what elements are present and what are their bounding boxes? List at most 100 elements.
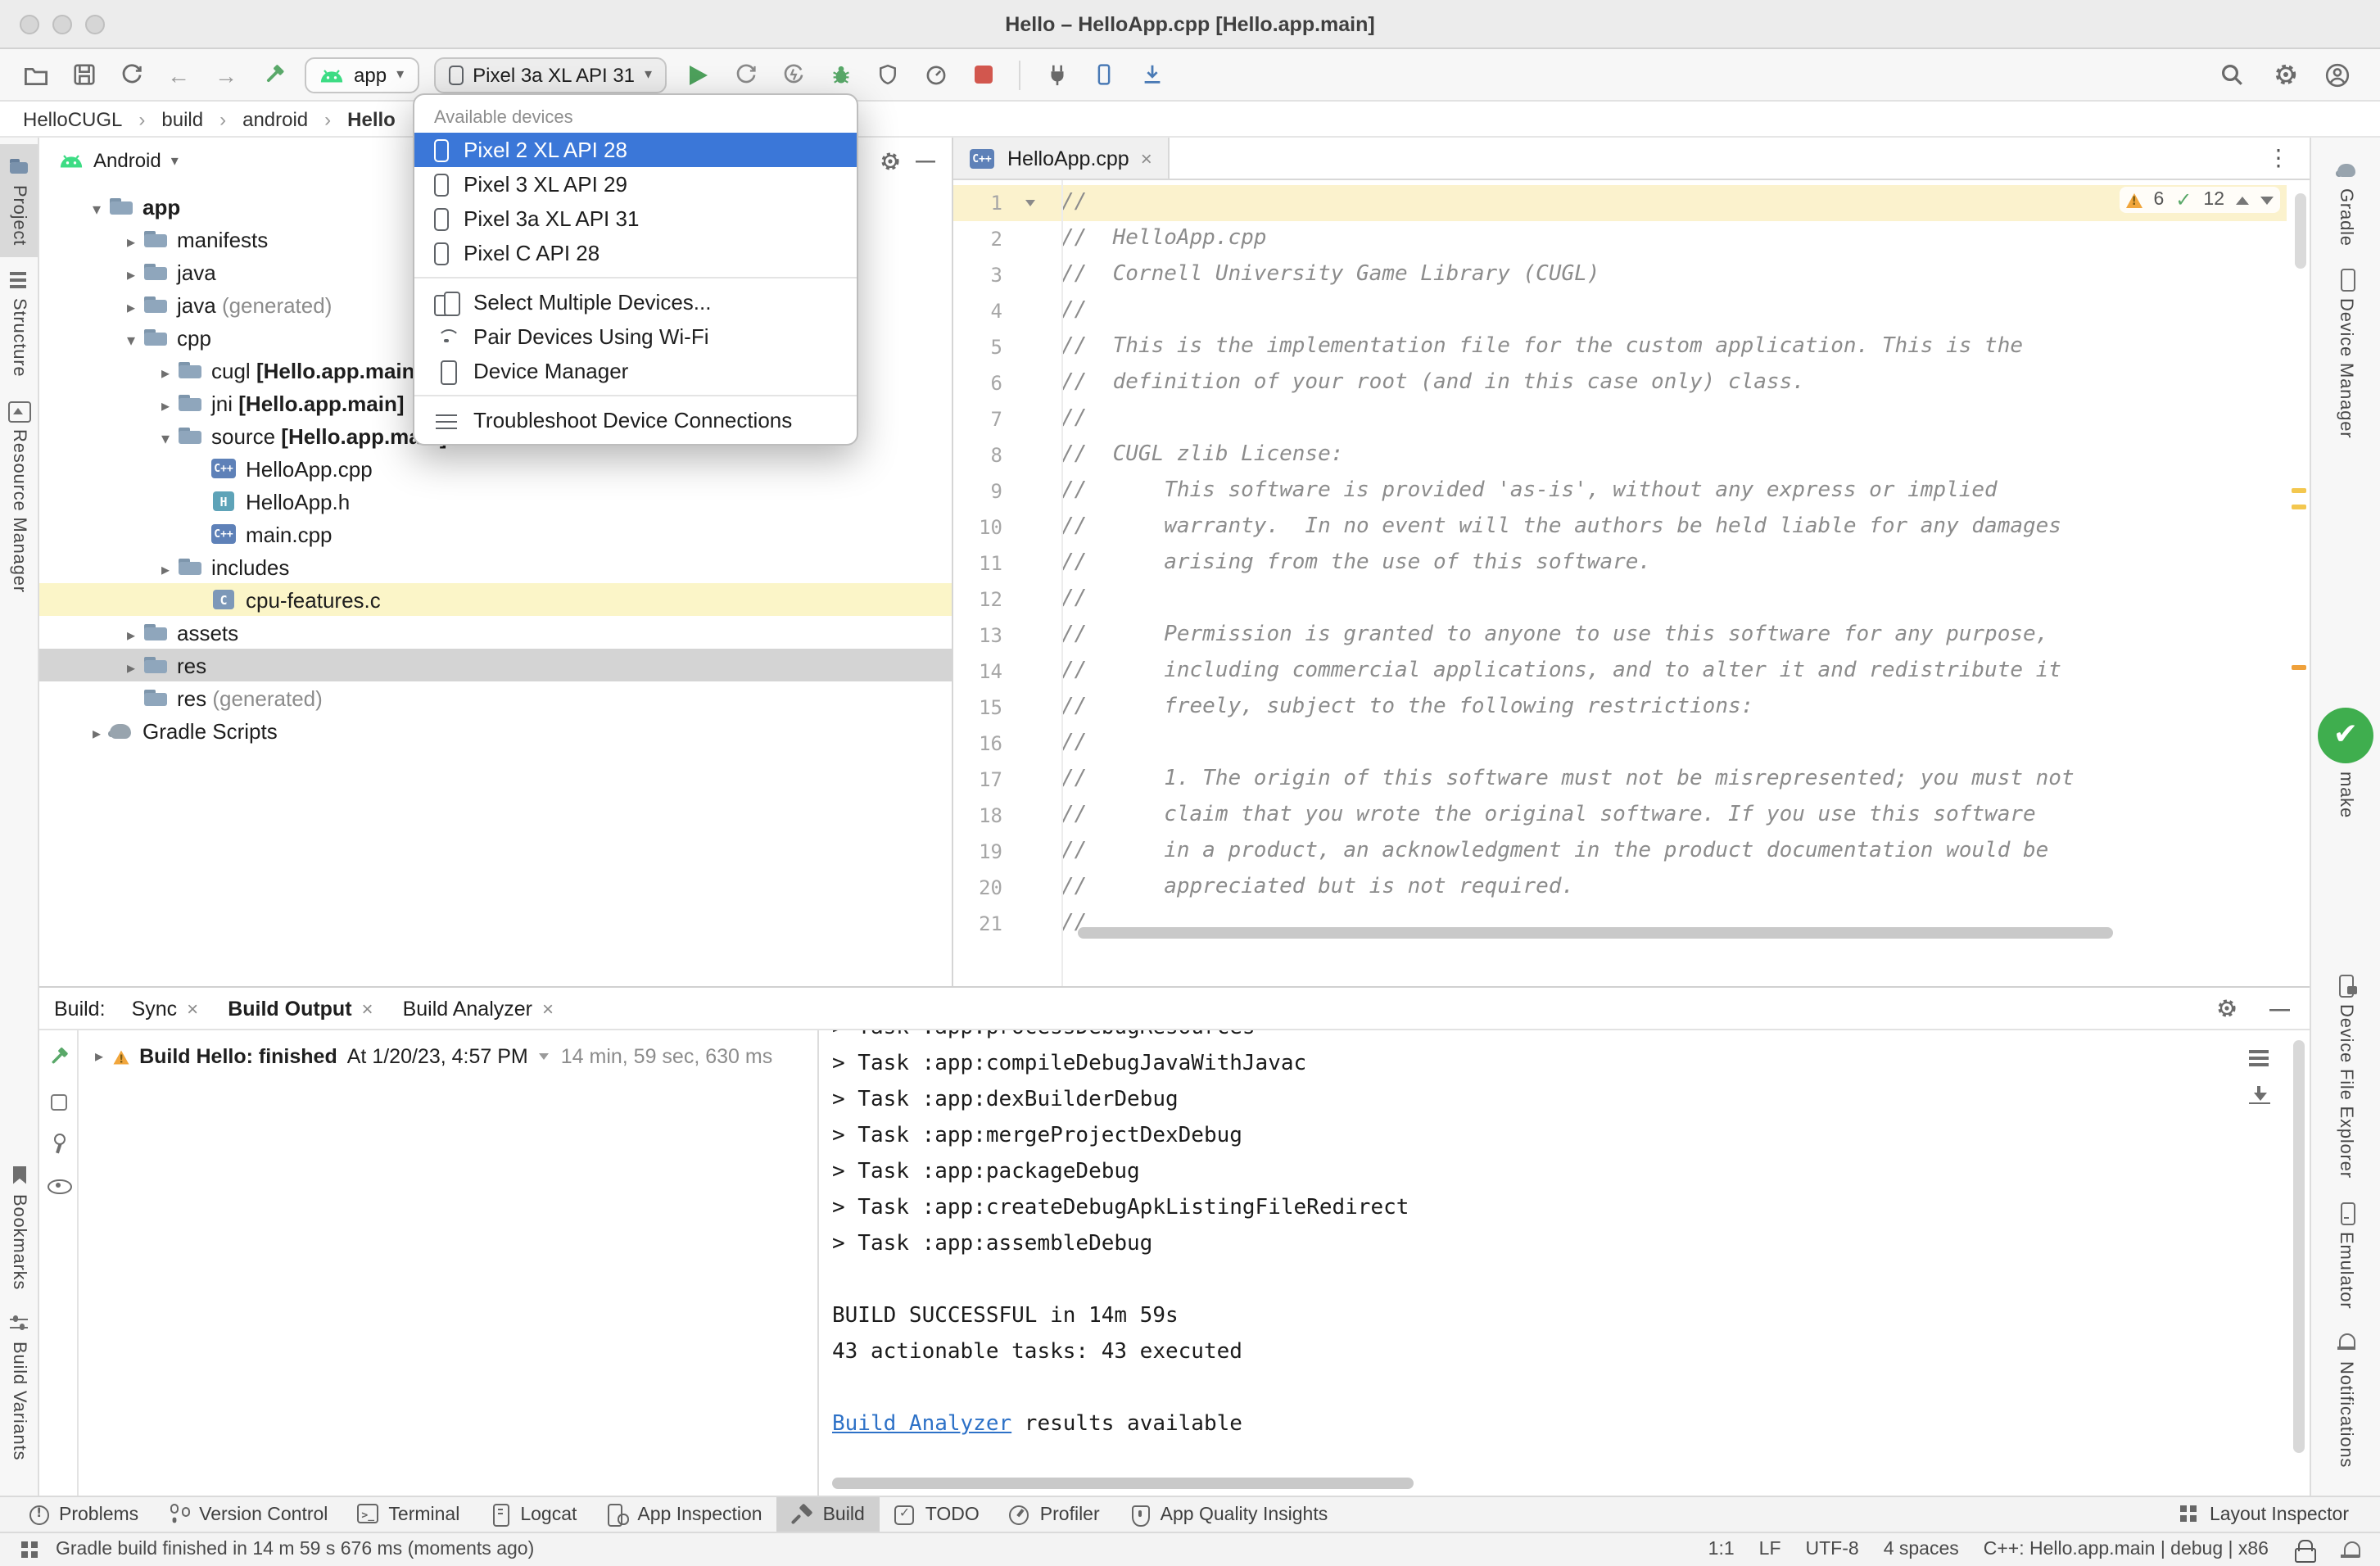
fold-marker[interactable]	[1002, 726, 1061, 762]
breadcrumb-item[interactable]: android	[242, 107, 347, 130]
tree-chevron-icon[interactable]	[154, 391, 177, 415]
toolwindow-button[interactable]: Terminal	[342, 1497, 474, 1532]
breadcrumb-item[interactable]: HelloCUGL	[23, 107, 161, 130]
run-button[interactable]	[681, 57, 714, 93]
code-line[interactable]: 20 // appreciated but is not required.	[953, 870, 2287, 906]
code-line[interactable]: 8 // CUGL zlib License:	[953, 437, 2287, 473]
tool-button-resource-manager[interactable]: Resource Manager	[0, 389, 38, 605]
fold-marker[interactable]	[1002, 762, 1061, 798]
tree-row[interactable]: res (generated)	[39, 681, 952, 714]
code-line[interactable]: 10 // warranty. In no event will the aut…	[953, 509, 2287, 545]
back-icon[interactable]: ←	[162, 57, 195, 93]
rebuild-hammer-icon[interactable]	[47, 1045, 70, 1073]
device-menu-action[interactable]: Select Multiple Devices...	[414, 285, 857, 319]
build-settings-gear-icon[interactable]	[2210, 990, 2243, 1026]
close-icon[interactable]	[542, 997, 554, 1020]
hide-build-panel-icon[interactable]: —	[2269, 997, 2290, 1020]
expand-chevron-icon[interactable]	[95, 1048, 103, 1066]
apply-changes-button[interactable]	[729, 57, 762, 93]
caret-position[interactable]: 1:1	[1708, 1540, 1735, 1559]
warning-stripe-mark[interactable]	[2292, 488, 2306, 493]
tree-row[interactable]: res	[39, 649, 952, 681]
code-line[interactable]: 1 //	[953, 185, 2287, 221]
line-number[interactable]: 6	[953, 365, 1002, 401]
editor-horizontal-scrollbar[interactable]	[1078, 927, 2113, 939]
toolwindow-button-layout-inspector[interactable]: Layout Inspector	[2164, 1504, 2364, 1525]
line-number[interactable]: 9	[953, 473, 1002, 509]
line-number[interactable]: 4	[953, 293, 1002, 329]
hide-panel-icon[interactable]: —	[916, 149, 935, 172]
tree-chevron-icon[interactable]	[85, 718, 108, 743]
lock-icon[interactable]	[2293, 1539, 2314, 1560]
code-line[interactable]: 3 // Cornell University Game Library (CU…	[953, 257, 2287, 293]
notifications-bell-icon[interactable]	[2339, 1539, 2360, 1560]
resolve-context[interactable]: C++: Hello.app.main | debug | x86	[1984, 1540, 2269, 1559]
device-option[interactable]: Pixel 3 XL API 29	[414, 167, 857, 201]
tool-button-device-manager[interactable]: Device Manager	[2311, 258, 2380, 450]
device-manager-button[interactable]	[1088, 57, 1120, 93]
fold-marker[interactable]	[1002, 437, 1061, 473]
file-encoding[interactable]: UTF-8	[1806, 1540, 1859, 1559]
close-icon[interactable]	[187, 997, 198, 1020]
close-icon[interactable]	[362, 997, 373, 1020]
line-ending[interactable]: LF	[1759, 1540, 1781, 1559]
editor-vertical-scrollbar[interactable]	[2295, 193, 2306, 269]
troubleshoot-device-connections[interactable]: Troubleshoot Device Connections	[414, 403, 857, 437]
line-number[interactable]: 19	[953, 834, 1002, 870]
line-number[interactable]: 13	[953, 618, 1002, 654]
fold-marker[interactable]	[1002, 618, 1061, 654]
build-status-row[interactable]: Build Hello: finished At 1/20/23, 4:57 P…	[95, 1045, 817, 1068]
fold-marker[interactable]	[1002, 834, 1061, 870]
toolwindow-button[interactable]: Version Control	[153, 1497, 342, 1532]
profile-avatar-icon[interactable]	[2321, 57, 2354, 93]
toolwindow-button[interactable]: TODO	[880, 1497, 994, 1532]
forward-icon[interactable]: →	[210, 57, 242, 93]
tree-chevron-icon[interactable]	[120, 292, 143, 317]
warning-stripe-mark[interactable]	[2292, 665, 2306, 670]
tree-row[interactable]: includes	[39, 550, 952, 583]
fold-marker[interactable]	[1002, 582, 1061, 618]
code-line[interactable]: 9 // This software is provided 'as-is', …	[953, 473, 2287, 509]
tree-row[interactable]: main.cpp	[39, 518, 952, 550]
device-option[interactable]: Pixel C API 28	[414, 236, 857, 270]
toolwindow-button[interactable]: Profiler	[994, 1497, 1115, 1532]
scroll-to-end-icon[interactable]	[2249, 1086, 2270, 1104]
fold-marker[interactable]	[1002, 906, 1061, 942]
line-number[interactable]: 17	[953, 762, 1002, 798]
fold-marker[interactable]	[1002, 654, 1061, 690]
profiler-button[interactable]	[919, 57, 952, 93]
apply-code-changes-button[interactable]	[776, 57, 809, 93]
build-tab[interactable]: Build Output	[228, 997, 373, 1020]
line-number[interactable]: 16	[953, 726, 1002, 762]
fold-marker[interactable]	[1002, 257, 1061, 293]
fold-marker[interactable]	[1002, 329, 1061, 365]
run-configuration-select[interactable]: app ▾	[305, 57, 419, 93]
project-view-select[interactable]: Android	[93, 149, 161, 172]
device-menu-action[interactable]: Pair Devices Using Wi-Fi	[414, 319, 857, 354]
toolwindow-button[interactable]: Problems	[13, 1497, 153, 1532]
device-option[interactable]: Pixel 2 XL API 28	[414, 133, 857, 167]
tree-chevron-icon[interactable]	[120, 653, 143, 677]
tree-row[interactable]: Gradle Scripts	[39, 714, 952, 747]
tree-chevron-icon[interactable]	[120, 260, 143, 284]
fold-marker[interactable]	[1002, 293, 1061, 329]
project-settings-gear-icon[interactable]	[873, 143, 906, 179]
line-number[interactable]: 2	[953, 221, 1002, 257]
code-area[interactable]: 1 // 2 // HelloApp.cpp 3	[953, 180, 2287, 942]
fold-marker[interactable]	[1002, 545, 1061, 582]
fold-marker[interactable]	[1002, 870, 1061, 906]
tool-button-emulator[interactable]: Emulator	[2311, 1190, 2380, 1319]
code-line[interactable]: 6 // definition of your root (and in thi…	[953, 365, 2287, 401]
code-line[interactable]: 16 //	[953, 726, 2287, 762]
toolwindow-button[interactable]: App Quality Insights	[1115, 1497, 1343, 1532]
tool-window-switcher-icon[interactable]	[20, 1539, 41, 1560]
save-icon[interactable]	[67, 57, 100, 93]
build-console[interactable]: > Task :app:processDebugResources > Task…	[819, 1030, 2310, 1496]
line-number[interactable]: 5	[953, 329, 1002, 365]
build-tab[interactable]: Build Analyzer	[403, 997, 554, 1020]
code-line[interactable]: 5 // This is the implementation file for…	[953, 329, 2287, 365]
fold-marker[interactable]	[1002, 221, 1061, 257]
build-tab[interactable]: Sync	[132, 997, 199, 1020]
tool-button-structure[interactable]: Structure	[0, 257, 38, 388]
sync-icon[interactable]	[115, 57, 147, 93]
